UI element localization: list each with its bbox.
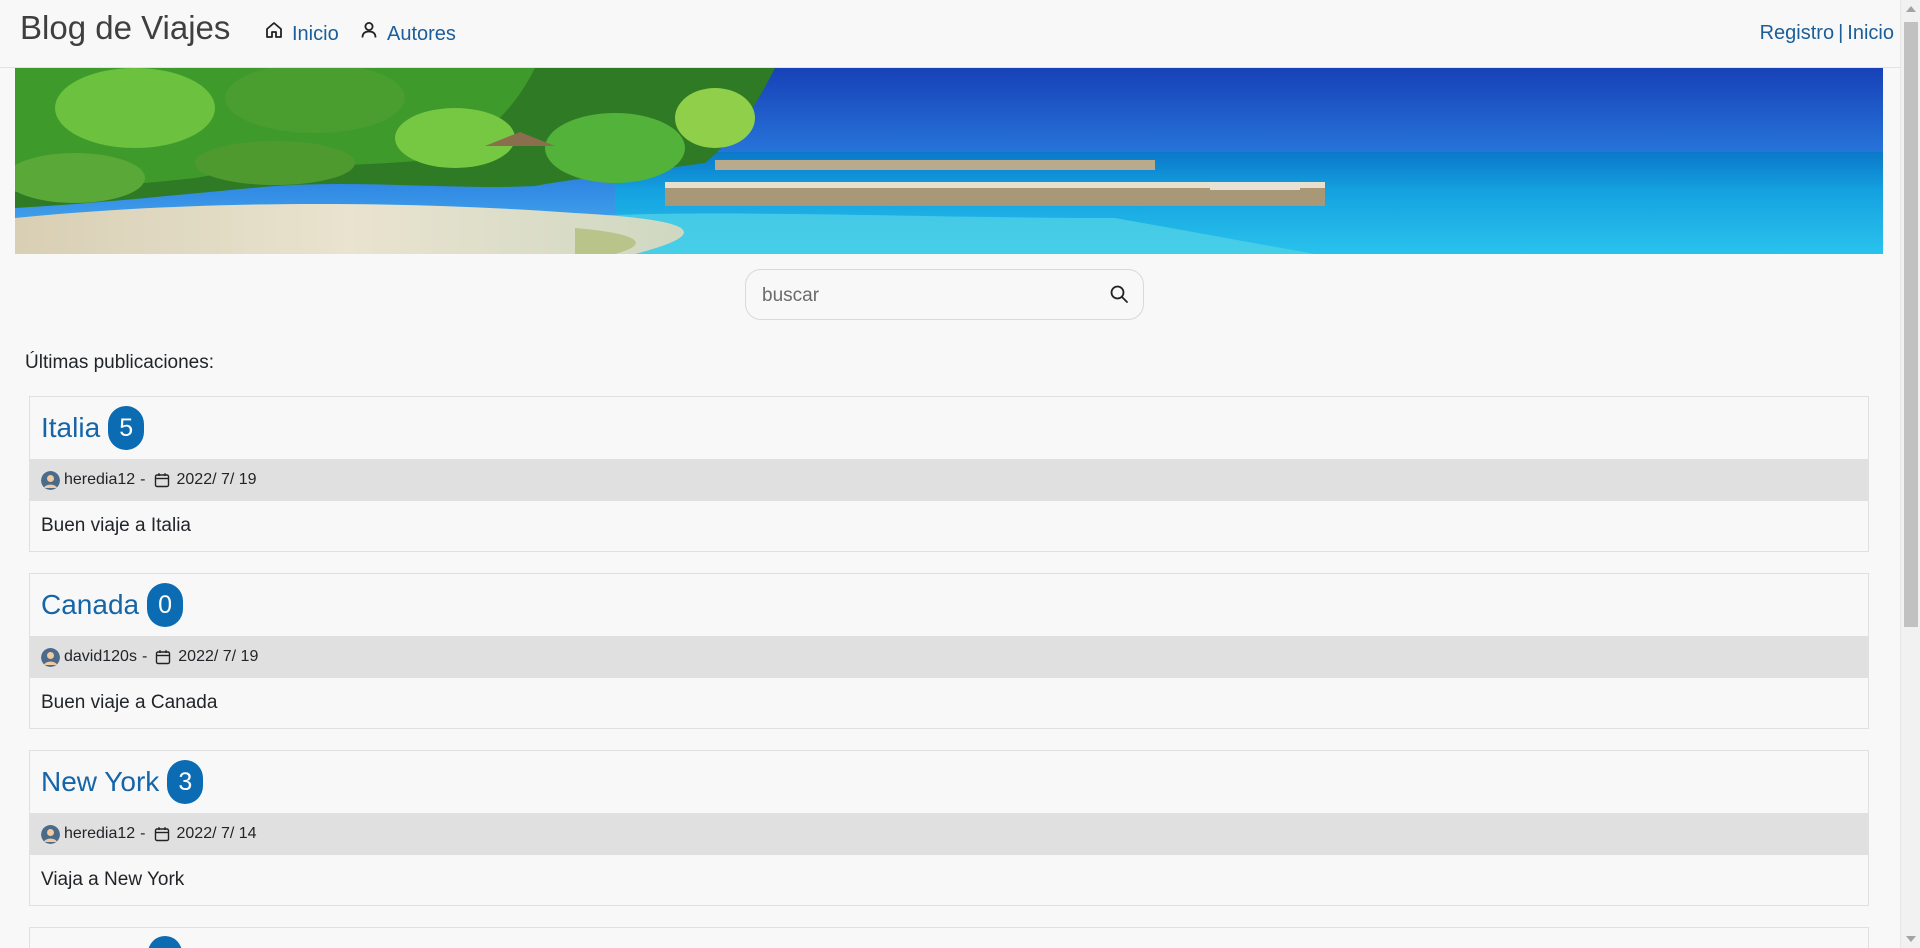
auth-links: Registro | Inicio <box>1760 20 1894 46</box>
post-title-row: New York 3 <box>30 751 1868 813</box>
brand-link[interactable]: Blog de Viajes <box>20 8 230 48</box>
calendar-icon <box>154 472 170 488</box>
post-body: Buen viaje a Italia <box>41 515 191 536</box>
nav-link-inicio-label: Inicio <box>292 22 339 45</box>
vertical-scrollbar[interactable] <box>1900 0 1920 948</box>
search-box <box>745 269 1144 320</box>
post-date: 2022/ 7/ 14 <box>176 825 257 842</box>
post-body: Viaja a New York <box>41 869 185 890</box>
post-meta: heredia12 - 2022/ 7/ 14 <box>30 813 1868 855</box>
post-meta: david120s - 2022/ 7/ 19 <box>30 636 1868 678</box>
post-title-link[interactable]: Italia <box>41 411 100 445</box>
nav-link-autores[interactable]: Autores <box>359 20 456 47</box>
scroll-down-arrow-icon[interactable] <box>1906 936 1916 942</box>
post-author: heredia12 <box>64 825 136 842</box>
post-card: New York 3 heredia12 - 2022/ 7/ 14 Viaja… <box>29 750 1869 906</box>
meta-separator: - <box>141 648 148 665</box>
post-date: 2022/ 7/ 19 <box>178 648 259 665</box>
post-count-badge: 0 <box>147 583 184 627</box>
beach-banner-image <box>15 68 1883 254</box>
page: Blog de Viajes Inicio Autores Registro | I… <box>0 0 1920 948</box>
post-date: 2022/ 7/ 19 <box>176 471 257 488</box>
login-link[interactable]: Inicio <box>1847 22 1894 44</box>
nav-link-autores-label: Autores <box>387 22 456 45</box>
register-link[interactable]: Registro <box>1760 22 1834 44</box>
navbar: Blog de Viajes Inicio Autores Registro | I… <box>0 0 1900 68</box>
post-card: Italia 5 heredia12 - 2022/ 7/ 19 Buen vi… <box>29 396 1869 552</box>
auth-separator: | <box>1838 22 1844 44</box>
user-icon <box>359 20 387 47</box>
avatar <box>41 647 60 667</box>
post-count-badge: 5 <box>108 406 145 450</box>
post-meta: heredia12 - 2022/ 7/ 19 <box>30 459 1868 501</box>
post-author: heredia12 <box>64 471 136 488</box>
avatar <box>41 824 60 844</box>
post-card: Canada 0 david120s - 2022/ 7/ 19 Buen vi… <box>29 573 1869 729</box>
meta-separator: - <box>140 825 146 842</box>
scrollbar-thumb[interactable] <box>1904 22 1918 627</box>
post-title-row: Italia 5 <box>30 397 1868 459</box>
nav-link-inicio[interactable]: Inicio <box>264 20 339 47</box>
search-icon[interactable] <box>1109 284 1131 306</box>
post-title-row: Canada 0 <box>30 574 1868 636</box>
post-title-link[interactable]: Canada <box>41 588 139 622</box>
home-icon <box>264 20 292 47</box>
post-count-badge <box>148 936 182 948</box>
post-body: Buen viaje a Canada <box>41 692 218 713</box>
avatar <box>41 470 60 490</box>
calendar-icon <box>154 826 170 842</box>
post-author: david120s <box>64 648 137 665</box>
calendar-icon <box>155 649 171 665</box>
section-label: Últimas publicaciones: <box>25 352 215 373</box>
post-title-link[interactable]: New York <box>41 765 159 799</box>
post-count-badge: 3 <box>167 760 204 804</box>
scroll-up-arrow-icon[interactable] <box>1906 6 1916 12</box>
meta-separator: - <box>140 471 146 488</box>
search-input[interactable] <box>760 278 1094 314</box>
post-card-partial <box>29 927 1869 948</box>
